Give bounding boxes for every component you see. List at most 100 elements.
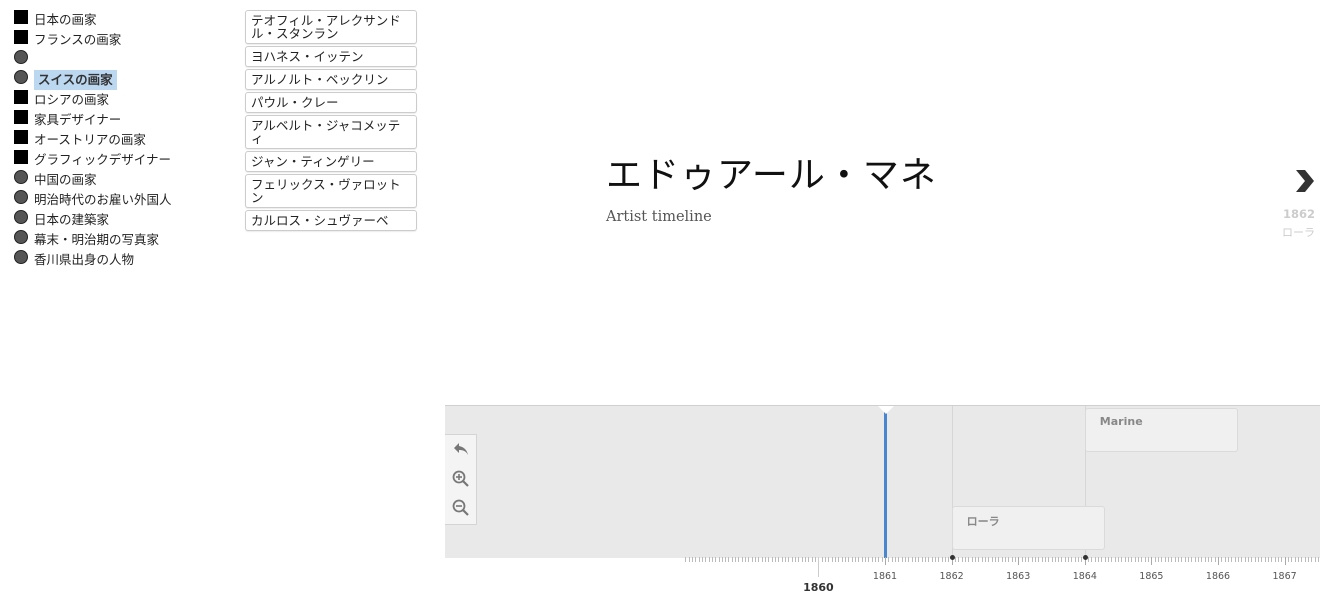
- timeline-controls: [445, 434, 477, 525]
- artist-item[interactable]: テオフィル・アレクサンドル・スタンラン: [245, 10, 417, 44]
- axis-minor-tick: [1258, 557, 1259, 562]
- back-icon[interactable]: [451, 439, 471, 459]
- square-marker-icon: [14, 130, 28, 144]
- axis-minor-tick: [1145, 557, 1146, 562]
- axis-minor-tick: [689, 557, 690, 562]
- axis-minor-tick: [765, 557, 766, 562]
- axis-major-tick: [885, 557, 886, 565]
- slide-title: エドゥアール・マネ: [606, 155, 937, 196]
- square-marker-icon: [14, 150, 28, 164]
- axis-minor-tick: [1228, 557, 1229, 562]
- axis-minor-tick: [768, 557, 769, 562]
- axis-minor-tick: [882, 557, 883, 562]
- axis-minor-tick: [872, 557, 873, 562]
- axis-minor-tick: [1058, 557, 1059, 562]
- axis-minor-tick: [1125, 557, 1126, 562]
- axis-minor-tick: [1238, 557, 1239, 562]
- artist-item[interactable]: ジャン・ティンゲリー: [245, 151, 417, 172]
- axis-minor-tick: [709, 557, 710, 562]
- category-item[interactable]: オーストリアの画家: [14, 130, 172, 150]
- axis-minor-tick: [1188, 557, 1189, 562]
- axis-minor-tick: [1028, 557, 1029, 562]
- category-item[interactable]: [14, 50, 172, 70]
- artist-item[interactable]: アルノルト・ベックリン: [245, 69, 417, 90]
- category-item[interactable]: 中国の画家: [14, 170, 172, 190]
- axis-minor-tick: [1165, 557, 1166, 562]
- axis-minor-tick: [828, 557, 829, 562]
- axis-minor-tick: [975, 557, 976, 562]
- axis-minor-tick: [1141, 557, 1142, 562]
- axis-minor-tick: [735, 557, 736, 562]
- square-marker-icon: [14, 30, 28, 44]
- axis-minor-tick: [712, 557, 713, 562]
- zoom-out-icon[interactable]: [451, 498, 471, 518]
- category-item[interactable]: 幕末・明治期の写真家: [14, 230, 172, 250]
- axis-minor-tick: [778, 557, 779, 562]
- era-title: ローラ: [966, 515, 1000, 528]
- category-item[interactable]: 日本の建築家: [14, 210, 172, 230]
- axis-minor-tick: [1291, 557, 1292, 562]
- axis-minor-tick: [1155, 557, 1156, 562]
- timeline-era[interactable]: ローラ: [951, 506, 1105, 550]
- axis-minor-tick: [792, 557, 793, 562]
- axis-minor-tick: [1195, 557, 1196, 562]
- circle-marker-icon: [14, 230, 28, 244]
- axis-minor-tick: [978, 557, 979, 562]
- category-item[interactable]: ロシアの画家: [14, 90, 172, 110]
- axis-minor-tick: [892, 557, 893, 562]
- axis-minor-tick: [755, 557, 756, 562]
- square-marker-icon: [14, 10, 28, 24]
- current-time-marker: [884, 406, 887, 558]
- axis-minor-tick: [1268, 557, 1269, 562]
- axis-minor-tick: [928, 557, 929, 562]
- axis-minor-tick: [1015, 557, 1016, 562]
- category-item[interactable]: 日本の画家: [14, 10, 172, 30]
- axis-minor-tick: [1305, 557, 1306, 562]
- category-label: 家具デザイナー: [34, 112, 122, 127]
- event-dot[interactable]: [949, 555, 955, 560]
- axis-minor-tick: [982, 557, 983, 562]
- axis-minor-tick: [1198, 557, 1199, 562]
- category-label: 日本の画家: [34, 12, 97, 27]
- artist-item[interactable]: フェリックス・ヴァロットン: [245, 174, 417, 208]
- artist-item[interactable]: アルベルト・ジャコメッティ: [245, 115, 417, 149]
- axis-minor-tick: [935, 557, 936, 562]
- axis-minor-tick: [808, 557, 809, 562]
- axis-minor-tick: [1008, 557, 1009, 562]
- axis-minor-tick: [1158, 557, 1159, 562]
- axis-minor-tick: [1298, 557, 1299, 562]
- circle-marker-icon: [14, 250, 28, 264]
- category-item[interactable]: 香川県出身の人物: [14, 250, 172, 270]
- axis-minor-tick: [1088, 557, 1089, 562]
- next-slide-title: ローラ: [1282, 226, 1315, 239]
- axis-minor-tick: [1315, 557, 1316, 562]
- axis-minor-tick: [805, 557, 806, 562]
- axis-minor-tick: [1185, 557, 1186, 562]
- axis-minor-tick: [715, 557, 716, 562]
- axis-minor-tick: [1225, 557, 1226, 562]
- circle-marker-icon: [14, 50, 28, 64]
- artist-item[interactable]: パウル・クレー: [245, 92, 417, 113]
- category-item[interactable]: スイスの画家: [14, 70, 172, 90]
- artist-item[interactable]: ヨハネス・イッテン: [245, 46, 417, 67]
- axis-minor-tick: [1118, 557, 1119, 562]
- axis-minor-tick: [798, 557, 799, 562]
- timeline-era[interactable]: Marine: [1084, 408, 1238, 452]
- event-dot[interactable]: [1082, 555, 1088, 560]
- next-slide-button[interactable]: 1862 ローラ: [1255, 168, 1315, 240]
- axis-minor-tick: [1175, 557, 1176, 562]
- zoom-in-icon[interactable]: [451, 469, 471, 489]
- axis-minor-tick: [1045, 557, 1046, 562]
- axis-minor-tick: [1025, 557, 1026, 562]
- axis-minor-tick: [1308, 557, 1309, 562]
- category-item[interactable]: グラフィックデザイナー: [14, 150, 172, 170]
- axis-minor-tick: [898, 557, 899, 562]
- axis-minor-tick: [968, 557, 969, 562]
- timeline[interactable]: Marine ローラ: [445, 405, 1320, 558]
- artist-item[interactable]: カルロス・シュヴァーベ: [245, 210, 417, 231]
- axis-minor-tick: [1095, 557, 1096, 562]
- axis-minor-tick: [699, 557, 700, 562]
- category-item[interactable]: 明治時代のお雇い外国人: [14, 190, 172, 210]
- category-item[interactable]: 家具デザイナー: [14, 110, 172, 130]
- category-item[interactable]: フランスの画家: [14, 30, 172, 50]
